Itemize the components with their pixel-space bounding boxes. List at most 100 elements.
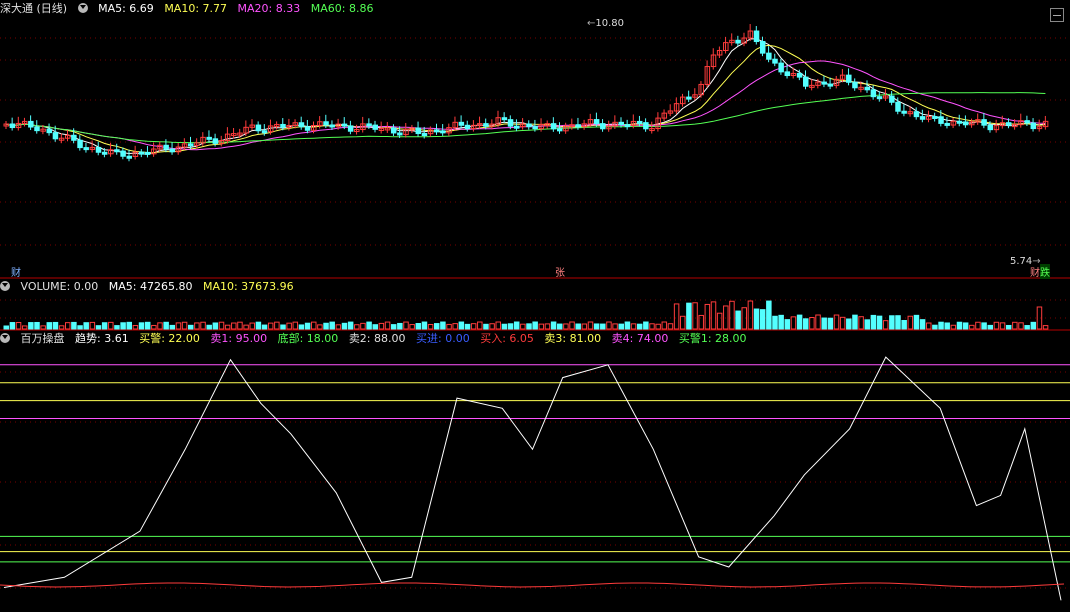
- volume-bar: [101, 322, 108, 330]
- volume-bar: [772, 315, 778, 330]
- volume-bar: [65, 322, 71, 330]
- volume-bar: [612, 323, 618, 330]
- volume-bar: [317, 324, 323, 330]
- dropdown-icon[interactable]: [0, 281, 10, 291]
- window-restore-icon[interactable]: [1050, 8, 1064, 22]
- volume-bar: [1024, 325, 1030, 330]
- volume-bar: [95, 325, 102, 330]
- volume-bar: [224, 324, 231, 330]
- candle-body: [434, 129, 440, 133]
- volume-bar: [489, 323, 495, 330]
- volume-bar: [274, 321, 280, 330]
- volume-bar: [311, 321, 317, 330]
- volume-bar: [507, 323, 514, 330]
- volume-bar: [132, 325, 139, 330]
- candle-body: [341, 123, 348, 127]
- volume-bar: [77, 325, 83, 330]
- volume-bar: [926, 322, 932, 330]
- event-tag-zhang[interactable]: 张: [555, 264, 565, 279]
- volume-bar: [108, 321, 114, 330]
- vol-ma5-readout: MA5: 47265.80: [108, 280, 193, 293]
- volume-bar: [347, 321, 354, 330]
- volume-bar: [600, 323, 606, 330]
- volume-bar: [1030, 321, 1037, 330]
- volume-bar: [833, 314, 840, 330]
- candle-body: [513, 125, 520, 129]
- volume-bar: [661, 321, 668, 330]
- candle-body: [46, 128, 53, 134]
- volume-bar: [477, 321, 483, 330]
- volume-bar: [194, 322, 200, 330]
- candle-body: [34, 126, 40, 132]
- candle-body: [821, 81, 827, 85]
- sell4-readout: 卖4: 74.00: [611, 332, 669, 345]
- volume-bar: [163, 321, 169, 330]
- candle-body: [735, 39, 741, 44]
- buy-entry-line: [0, 582, 1065, 588]
- candle-body: [526, 123, 532, 128]
- buy-alert-readout: 买警: 22.00: [139, 332, 200, 345]
- volume-bar: [46, 322, 53, 330]
- volume-bar: [218, 321, 225, 330]
- volume-bar: [636, 323, 643, 330]
- candle-body: [169, 148, 176, 153]
- volume-bar: [34, 321, 40, 330]
- volume-bar: [1005, 324, 1012, 330]
- candle-body: [261, 130, 268, 134]
- event-tag-die[interactable]: 跌: [1040, 264, 1050, 279]
- candle-body: [507, 119, 514, 127]
- event-tag-cai2[interactable]: 财: [1030, 264, 1040, 279]
- volume-bar: [360, 322, 366, 330]
- candle-body: [83, 147, 89, 151]
- volume-bar: [796, 314, 803, 330]
- volume-bar: [981, 322, 987, 330]
- candle-body: [304, 126, 311, 131]
- candle-body: [206, 136, 212, 140]
- event-tag-cai[interactable]: 财: [11, 264, 21, 279]
- candle-body: [390, 127, 397, 134]
- volume-bar: [181, 321, 188, 330]
- candle-body: [987, 124, 993, 131]
- volume-bar: [157, 322, 163, 330]
- volume-bar: [901, 319, 907, 330]
- volume-bar: [354, 324, 360, 330]
- candle-body: [932, 115, 938, 119]
- candle-body: [913, 111, 920, 118]
- candle-body: [803, 76, 809, 87]
- volume-bar: [52, 321, 59, 330]
- candle-body: [95, 146, 102, 153]
- candle-body: [532, 126, 538, 130]
- candle-body: [895, 101, 901, 112]
- volume-bar: [815, 314, 821, 330]
- candle-body: [1030, 122, 1037, 130]
- candle-body: [901, 110, 907, 114]
- volume-bar: [403, 321, 409, 330]
- dropdown-icon[interactable]: [77, 3, 88, 13]
- volume-bar: [120, 322, 126, 330]
- volume-bar: [729, 300, 735, 330]
- ma60-readout: MA60: 8.86: [310, 2, 374, 15]
- volume-bar: [28, 322, 34, 330]
- volume-bar: [606, 321, 612, 330]
- volume-bar: [212, 322, 219, 330]
- candle-body: [876, 96, 883, 100]
- candle-body: [126, 155, 132, 159]
- candle-body: [870, 89, 877, 98]
- volume-bar: [550, 321, 557, 330]
- volume-bar: [673, 303, 680, 330]
- volume-bar: [138, 322, 145, 330]
- volume-bar: [440, 321, 446, 330]
- volume-bar: [255, 321, 262, 330]
- candlesticks: [3, 24, 1049, 162]
- indicator-title: 百万操盘: [20, 332, 65, 345]
- indicator-lines: [0, 356, 1070, 601]
- volume-bar: [520, 323, 526, 330]
- candle-body: [981, 119, 987, 126]
- volume-bar: [1036, 306, 1043, 330]
- volume-bar: [126, 321, 132, 330]
- dropdown-icon[interactable]: [0, 333, 10, 343]
- volume-bar: [803, 318, 809, 330]
- volume-bar: [390, 324, 397, 330]
- volume-bar: [446, 323, 452, 330]
- stock-chart: [0, 24, 1070, 601]
